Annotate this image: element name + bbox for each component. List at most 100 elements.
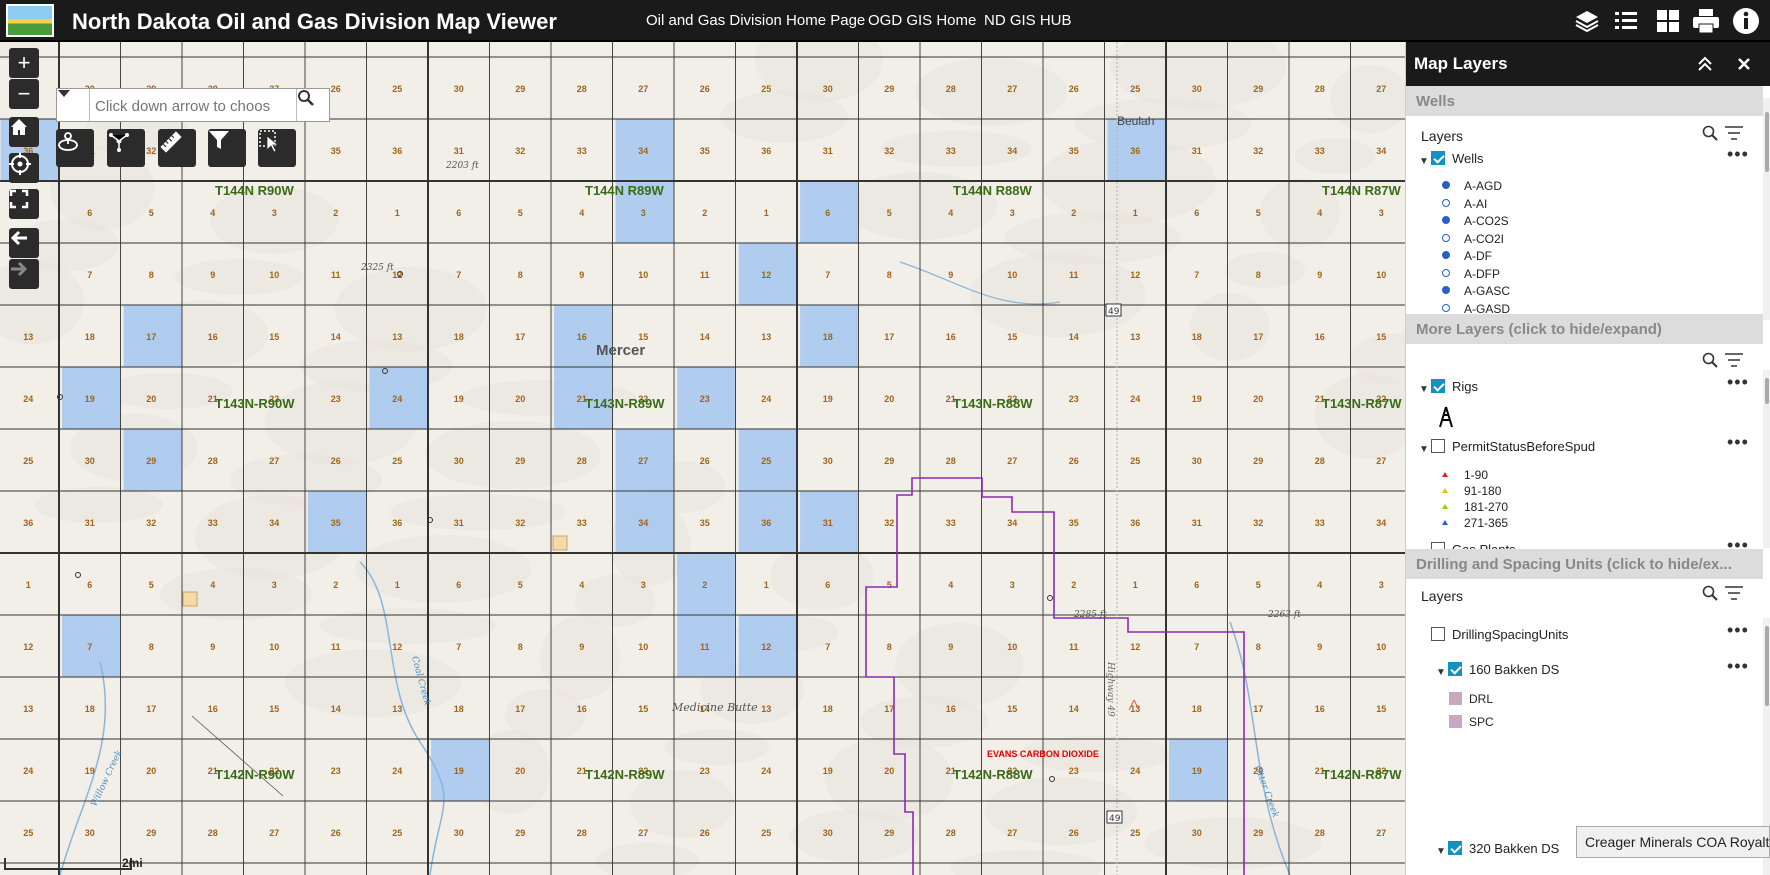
close-icon[interactable]: [1737, 57, 1751, 71]
search-icon[interactable]: [1702, 585, 1718, 601]
basemap-gallery-icon[interactable]: [1652, 5, 1684, 37]
svg-text:29: 29: [515, 828, 525, 838]
svg-text:36: 36: [392, 518, 402, 528]
svg-text:16: 16: [208, 332, 218, 342]
map-layers-panel: Map Layers Wells Layers ▼ Wells ••• More…: [1405, 42, 1770, 875]
svg-text:14: 14: [1069, 704, 1079, 714]
ruler-icon: [160, 131, 182, 153]
well-symbol-icon: [1442, 181, 1450, 189]
svg-text:2: 2: [1071, 208, 1076, 218]
more-options-icon[interactable]: •••: [1727, 620, 1749, 641]
svg-text:1: 1: [1133, 208, 1138, 218]
svg-text:15: 15: [638, 332, 648, 342]
svg-text:20: 20: [146, 394, 156, 404]
svg-text:1: 1: [395, 208, 400, 218]
svg-text:4: 4: [1317, 208, 1322, 218]
fullscreen-button[interactable]: [9, 189, 39, 219]
map-view[interactable]: 2530292827262530292827262530292827262530…: [0, 42, 1405, 875]
search-icon[interactable]: [1702, 352, 1718, 368]
well-symbol-icon: [1442, 216, 1450, 224]
next-extent-button[interactable]: [9, 259, 39, 289]
svg-text:9: 9: [1317, 270, 1322, 280]
zoom-out-button[interactable]: −: [9, 79, 39, 109]
more-options-icon[interactable]: •••: [1727, 372, 1749, 393]
print-icon[interactable]: [1690, 5, 1722, 37]
svg-text:5: 5: [149, 208, 154, 218]
legend-list-icon[interactable]: [1610, 5, 1642, 37]
search-input[interactable]: [93, 93, 293, 119]
svg-text:29: 29: [884, 84, 894, 94]
svg-text:14: 14: [700, 704, 710, 714]
select-tool-button[interactable]: [258, 129, 296, 167]
well-symbol-icon: [1442, 268, 1450, 277]
svg-text:14: 14: [700, 332, 710, 342]
dsu-checkbox[interactable]: [1431, 627, 1445, 641]
legend-label: A-CO2S: [1464, 214, 1509, 228]
wells-section-header[interactable]: Wells: [1406, 86, 1763, 116]
svg-text:4: 4: [1317, 580, 1322, 590]
svg-text:16: 16: [577, 332, 587, 342]
more-layers-section-header[interactable]: More Layers (click to hide/expand): [1406, 314, 1763, 344]
search-source-dropdown[interactable]: [57, 89, 90, 121]
svg-text:3: 3: [1010, 208, 1015, 218]
svg-text:29: 29: [884, 456, 894, 466]
svg-text:9: 9: [948, 642, 953, 652]
svg-text:26: 26: [331, 84, 341, 94]
svg-text:12: 12: [1130, 270, 1140, 280]
svg-text:33: 33: [946, 146, 956, 156]
nd-gis-hub-link[interactable]: ND GIS HUB: [984, 12, 1072, 29]
filter-list-icon[interactable]: [1724, 585, 1744, 601]
more-options-icon[interactable]: •••: [1727, 656, 1749, 677]
filter-list-icon[interactable]: [1724, 125, 1744, 141]
ogd-gis-home-link[interactable]: OGD GIS Home: [868, 12, 976, 29]
svg-text:32: 32: [1253, 146, 1263, 156]
legend-label: 271-365: [1464, 516, 1509, 530]
svg-text:31: 31: [454, 146, 464, 156]
filter-tool-button[interactable]: [208, 129, 246, 167]
zoom-in-button[interactable]: +: [9, 48, 39, 78]
svg-text:6: 6: [825, 580, 830, 590]
more-options-icon[interactable]: •••: [1727, 144, 1749, 165]
svg-text:28: 28: [577, 84, 587, 94]
drilling-section-header[interactable]: Drilling and Spacing Units (click to hid…: [1406, 549, 1763, 579]
svg-text:8: 8: [887, 642, 892, 652]
home-button[interactable]: [9, 117, 39, 147]
legend-label: A-GASD: [1464, 301, 1511, 316]
previous-extent-button[interactable]: [9, 228, 39, 258]
svg-text:18: 18: [823, 332, 833, 342]
bakken320-checkbox[interactable]: [1448, 841, 1462, 855]
svg-text:29: 29: [146, 828, 156, 838]
svg-text:4: 4: [210, 580, 215, 590]
svg-text:6: 6: [825, 208, 830, 218]
wells-checkbox[interactable]: [1431, 151, 1445, 165]
rigs-checkbox[interactable]: [1431, 379, 1445, 393]
permit-status-checkbox[interactable]: [1431, 439, 1445, 453]
legend-label: A-DFP: [1464, 266, 1500, 281]
ogd-home-link[interactable]: Oil and Gas Division Home Page: [646, 12, 865, 29]
svg-text:21: 21: [577, 394, 587, 404]
search-icon[interactable]: [1702, 125, 1718, 141]
bakken160-checkbox[interactable]: [1448, 662, 1462, 676]
locate-button[interactable]: [9, 153, 39, 183]
info-icon[interactable]: [1730, 5, 1762, 37]
svg-text:3: 3: [272, 208, 277, 218]
more-options-icon[interactable]: •••: [1727, 432, 1749, 453]
svg-text:29: 29: [515, 456, 525, 466]
filter-list-icon[interactable]: [1724, 352, 1744, 368]
svg-text:24: 24: [761, 766, 771, 776]
svg-text:12: 12: [392, 642, 402, 652]
svg-text:24: 24: [1130, 766, 1140, 776]
search-button[interactable]: [296, 89, 329, 121]
draw-tool-button[interactable]: [56, 129, 94, 167]
measure-tool-button[interactable]: [158, 129, 196, 167]
svg-text:4: 4: [579, 208, 584, 218]
svg-text:3: 3: [641, 580, 646, 590]
svg-text:18: 18: [1192, 704, 1202, 714]
svg-text:27: 27: [1007, 828, 1017, 838]
svg-text:20: 20: [146, 766, 156, 776]
layers-icon[interactable]: [1571, 5, 1603, 37]
locate-icon: [9, 153, 31, 175]
share-tool-button[interactable]: [107, 129, 145, 167]
svg-text:27: 27: [1376, 456, 1386, 466]
collapse-panel-icon[interactable]: [1697, 56, 1713, 72]
